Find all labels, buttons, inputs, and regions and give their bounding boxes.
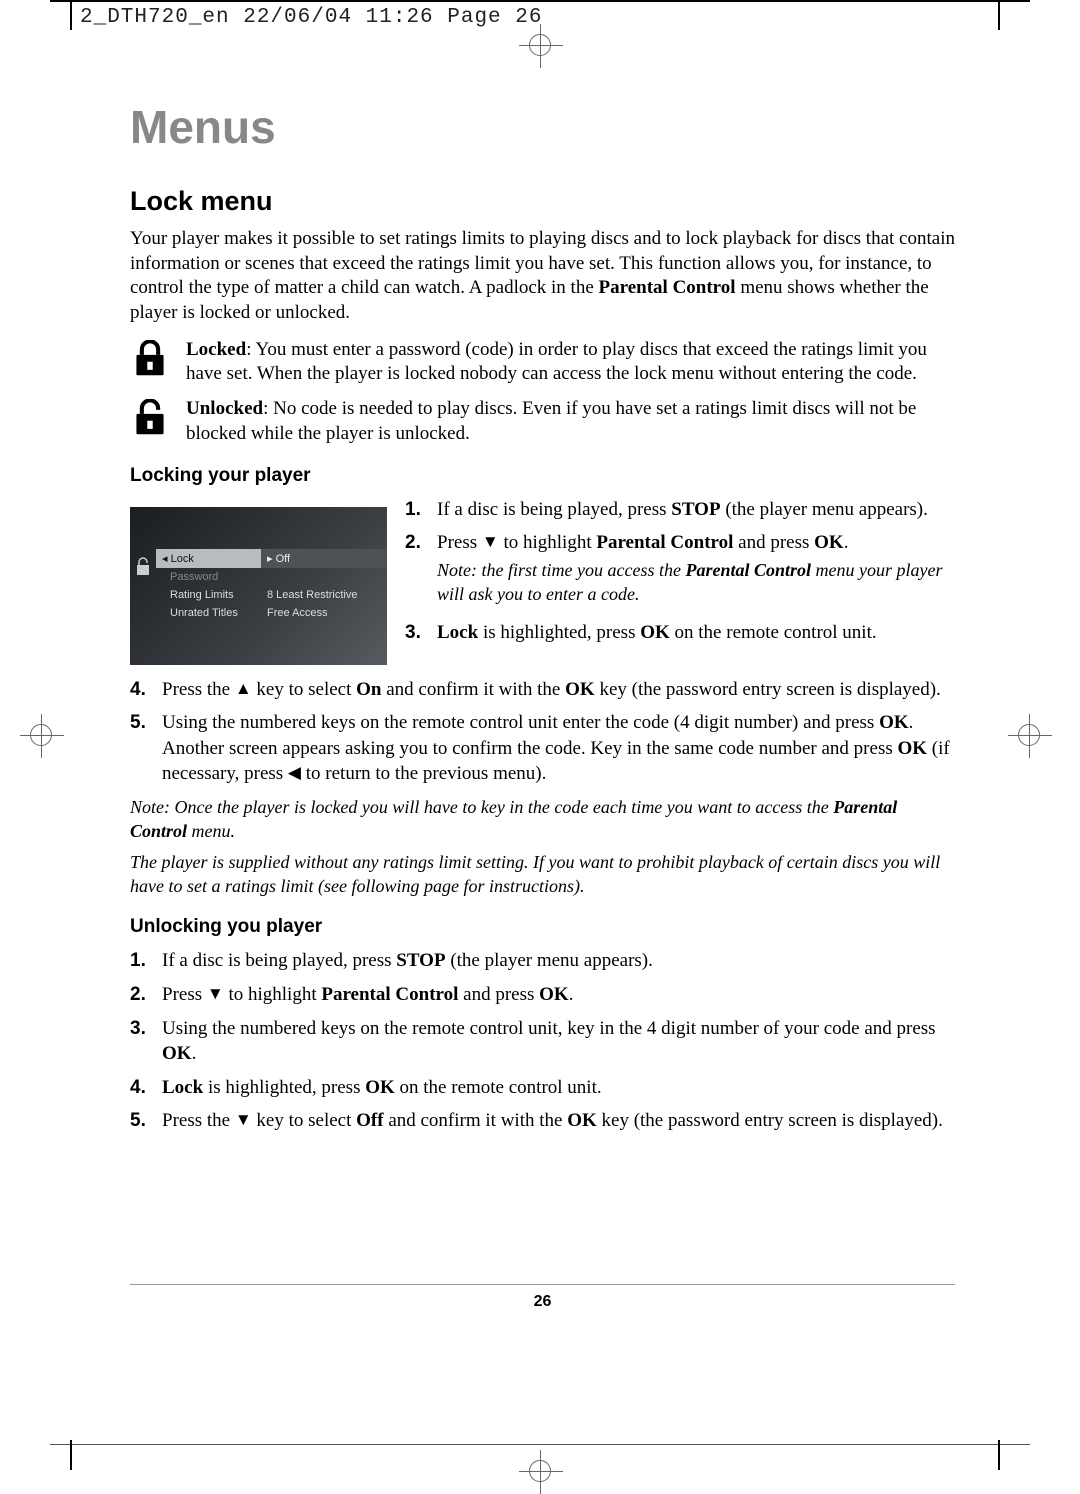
ss-cell: Unrated Titles [170,607,238,619]
registration-mark-icon [529,1460,551,1482]
crop-tick [998,1440,1000,1470]
ss-cell: Off [276,553,290,565]
step-number: 5. [130,1108,150,1134]
ss-cell: 8 Least Restrictive [267,589,357,601]
locked-text: : You must enter a password (code) in or… [186,339,927,385]
step-number: 3. [405,620,425,646]
crop-tick [998,0,1000,30]
text-bold: Parental Control [599,277,736,298]
list-item: 4.Lock is highlighted, press OK on the r… [130,1075,955,1101]
step-number: 5. [130,710,150,787]
list-item: 2.Press ▼ to highlight Parental Control … [130,982,955,1008]
list-item: 3.Lock is highlighted, press OK on the r… [405,620,955,646]
locked-label: Locked [186,339,246,360]
page-content: Menus Lock menu Your player makes it pos… [130,100,955,1311]
down-arrow-icon: ▼ [207,983,224,1006]
step-number: 2. [405,530,425,612]
registration-mark-icon [30,724,52,746]
ss-cell: Free Access [267,607,328,619]
chapter-title: Menus [130,100,955,154]
note-text: Note: the first time you access the Pare… [437,558,955,607]
registration-mark-icon [1018,724,1040,746]
ui-screenshot: ◂ Lock▸ Off Password Rating Limits8 Leas… [130,507,387,665]
ss-cell: Rating Limits [170,589,234,601]
step-number: 3. [130,1016,150,1067]
list-item: 5.Press the ▼ key to select Off and conf… [130,1108,955,1134]
list-item: 1.If a disc is being played, press STOP … [130,948,955,974]
unlocked-label: Unlocked [186,398,263,419]
subsection-title: Unlocking you player [130,916,955,938]
step-number: 1. [130,948,150,974]
unlocked-row: Unlocked: No code is needed to play disc… [130,397,955,446]
list-item: 2.Press ▼ to highlight Parental Control … [405,530,955,612]
step-number: 2. [130,982,150,1008]
page-number: 26 [130,1293,955,1311]
left-arrow-icon: ◀ [288,762,301,785]
list-item: 3.Using the numbered keys on the remote … [130,1016,955,1067]
list-item: 5.Using the numbered keys on the remote … [130,710,955,787]
list-item: 4.Press the ▲ key to select On and confi… [130,677,955,703]
ss-cell: Password [170,571,218,583]
ss-cell: Lock [171,553,194,565]
crop-tick [70,1440,72,1470]
note-text: Note: Once the player is locked you will… [130,795,955,844]
footer-rule [130,1284,955,1285]
down-arrow-icon: ▼ [482,531,499,554]
inset-block: ◂ Lock▸ Off Password Rating Limits8 Leas… [130,497,955,677]
lock-closed-icon [133,340,167,378]
note-text: The player is supplied without any ratin… [130,850,955,899]
list-item: 1.If a disc is being played, press STOP … [405,497,955,523]
lock-open-icon [133,399,167,437]
crop-line-top [50,0,1030,2]
down-arrow-icon: ▼ [235,1109,252,1132]
step-number: 4. [130,677,150,703]
step-number: 1. [405,497,425,523]
intro-paragraph: Your player makes it possible to set rat… [130,227,955,326]
file-metadata-header: 2_DTH720_en 22/06/04 11:26 Page 26 [80,6,542,29]
up-arrow-icon: ▲ [235,678,252,701]
unlocked-text: : No code is needed to play discs. Even … [186,398,916,444]
registration-mark-icon [529,34,551,56]
step-number: 4. [130,1075,150,1101]
crop-tick [70,0,72,30]
section-title: Lock menu [130,186,955,217]
crop-line-bottom [50,1444,1030,1445]
subsection-title: Locking your player [130,465,955,487]
lock-sidebar-icon [136,555,150,635]
locked-row: Locked: You must enter a password (code)… [130,338,955,387]
